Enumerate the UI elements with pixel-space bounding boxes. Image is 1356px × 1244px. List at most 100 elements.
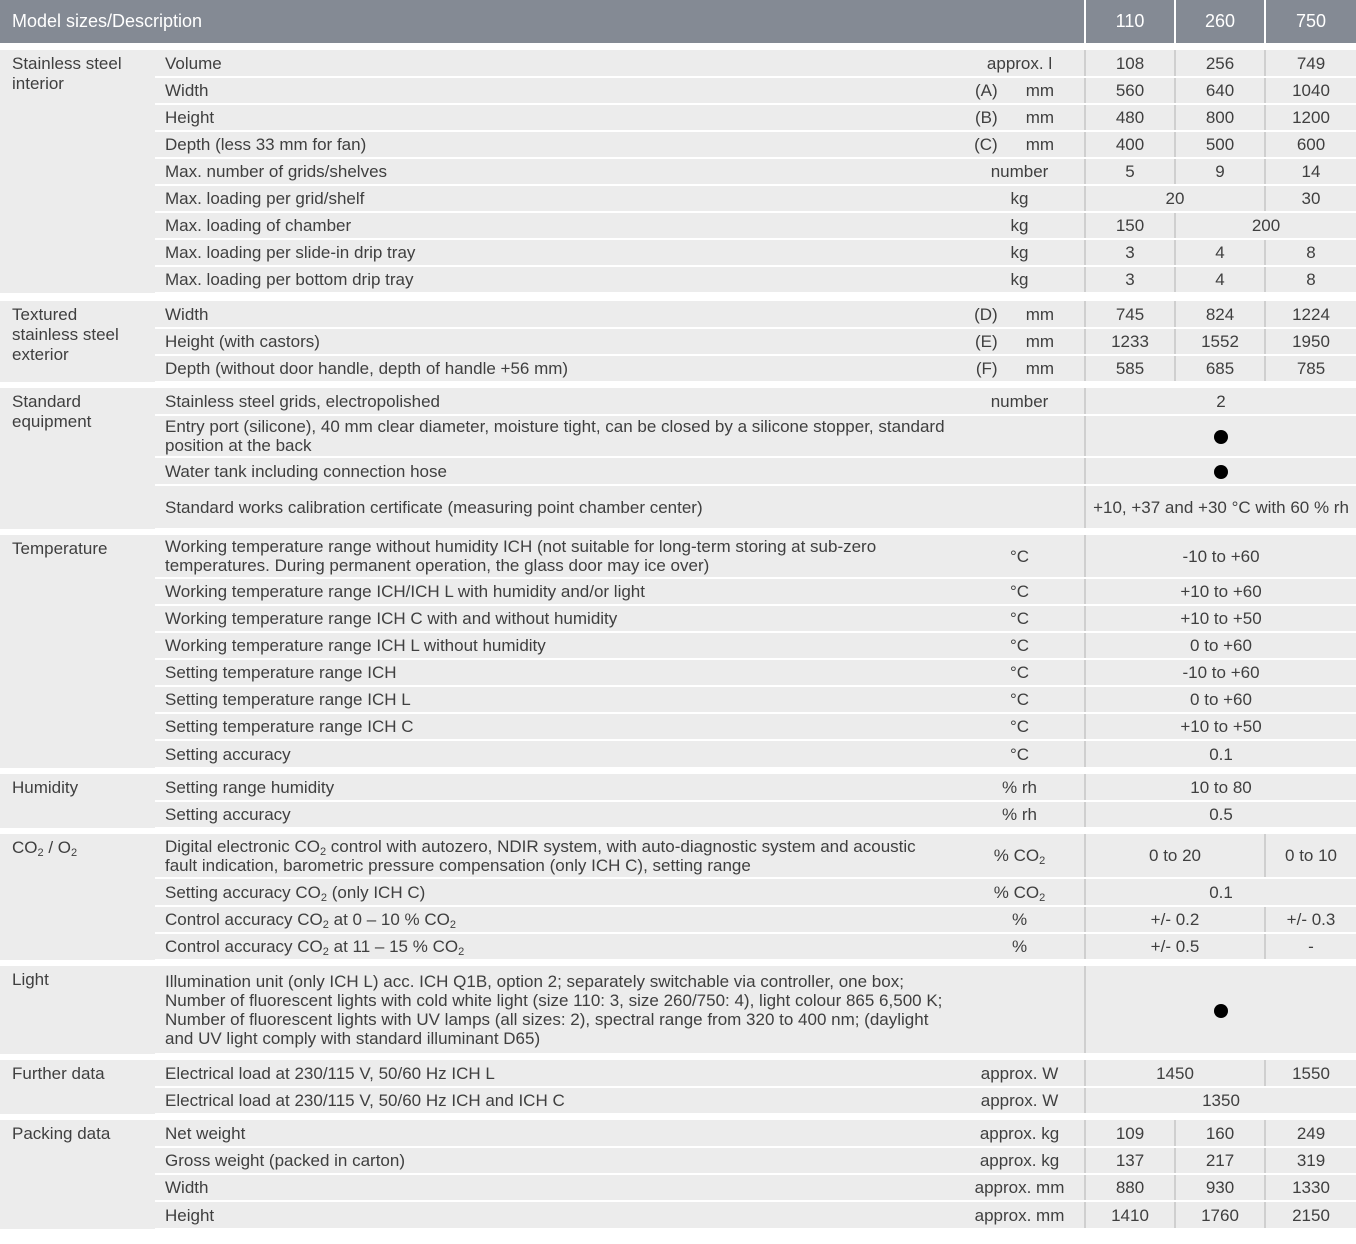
table-row: Humidity Setting range humidity% rh 10 to … [0,774,1356,828]
value-cell: 1200 [1264,104,1356,132]
section-label: Light [0,966,155,1054]
table-row: Depth (without door handle, depth of han… [0,355,1356,383]
value-cell: 14 [1264,158,1356,186]
table-row: Packing data Net weight approx. kg 109 160 24… [0,1120,1356,1229]
table-row: Height (with castors) (E) mm 1233 1552 1950 [0,328,1356,356]
table-row: Max. loading of chamber kg 150 200 [0,212,1356,240]
table-row: Max. loading per slide-in drip tray kg 3 4 8 [0,239,1356,267]
row-label: Max. loading per grid/shelf [155,185,955,213]
row-unit: kg [955,212,1086,240]
value-cell: 0 to 10 [1264,834,1356,879]
value-cell: +/- 0.2 [1084,906,1266,934]
row-label: Depth (without door handle, depth of han… [155,355,955,383]
row-label: Max. number of grids/shelves [155,158,955,186]
value-cell: 1552 [1174,328,1266,356]
row-label: Setting temperature range ICH L [155,686,955,714]
table-row: Water tank including connection hose [0,457,1356,486]
section-label: Further data [0,1060,155,1114]
row-unit [955,415,1086,458]
value-cell: 600 [1264,131,1356,159]
row-unit: % CO2 [955,834,1086,879]
table-row: Further data Electrical load at 230/115 V… [0,1060,1356,1114]
model-260: 260 [1175,0,1267,43]
value-cell: -10 to +60 [1084,659,1356,687]
dimension-code: (B) [975,108,998,127]
value-cell: - [1264,933,1356,961]
row-label: Working temperature range ICH L without … [155,632,955,660]
header-row: Model sizes/Description 110 260 750 [0,0,1356,43]
value-cell: 108 [1084,50,1176,78]
row-label: Setting accuracy [155,740,955,769]
row-label: Electrical load at 230/115 V, 50/60 Hz I… [155,1060,955,1088]
row-unit: °C [955,605,1086,633]
row-unit: (B) mm [955,104,1086,132]
row-unit: approx. W [955,1060,1086,1088]
value-cell: +/- 0.5 [1084,933,1266,961]
row-label: Standard works calibration certificate (… [155,485,955,530]
value-cell: 319 [1264,1147,1356,1175]
value-cell: 640 [1174,77,1266,105]
row-unit: approx. l [955,50,1086,78]
model-110: 110 [1085,0,1177,43]
spacer-cell [0,293,1356,301]
header-title: Model sizes/Description [0,0,1087,43]
row-unit: °C [955,535,1086,579]
row-label: Control accuracy CO2 at 11 – 15 % CO2 [155,933,955,961]
value-cell: 0 to +60 [1084,632,1356,660]
row-label: Control accuracy CO2 at 0 – 10 % CO2 [155,906,955,934]
row-unit: % [955,933,1086,961]
value-cell: 217 [1174,1147,1266,1175]
value-cell: 3 [1084,266,1176,294]
unit-text: mm [1025,108,1055,127]
row-unit: °C [955,740,1086,769]
value-cell: 4 [1174,266,1266,294]
row-label: Setting temperature range ICH C [155,713,955,741]
row-label: Max. loading per slide-in drip tray [155,239,955,267]
row-unit: (A) mm [955,77,1086,105]
model-750: 750 [1265,0,1356,43]
table-row: Working temperature range ICH C with and… [0,605,1356,633]
value-cell: +10 to +50 [1084,713,1356,741]
value-cell: 9 [1174,158,1266,186]
value-cell: 2150 [1264,1201,1356,1230]
table-row: Width (A) mm 560 640 1040 [0,77,1356,105]
value-cell: 3 [1084,239,1176,267]
table-row: Height (B) mm 480 800 1200 [0,104,1356,132]
row-label: Net weight [155,1120,955,1148]
row-label: Illumination unit (only ICH L) acc. ICH … [155,966,955,1055]
row-unit: °C [955,713,1086,741]
row-unit: % [955,906,1086,934]
value-cell: 1950 [1264,328,1356,356]
unit-text: mm [1025,135,1055,154]
row-label: Height [155,1201,955,1230]
unit-text: mm [1025,332,1055,351]
value-cell: 160 [1174,1120,1266,1148]
value-cell: 8 [1264,239,1356,267]
value-cell: 150 [1084,212,1176,240]
row-label: Max. loading of chamber [155,212,955,240]
dimension-code: (C) [974,135,998,154]
row-unit: % rh [955,801,1086,829]
table-row: Max. loading per grid/shelf kg 20 30 [0,185,1356,213]
value-cell: 400 [1084,131,1176,159]
value-cell: 1410 [1084,1201,1176,1230]
value-cell: 200 [1174,212,1356,240]
table-row: Setting temperature range ICH °C -10 to +6… [0,659,1356,687]
row-label: Setting accuracy [155,801,955,829]
bullet-dot-icon [1214,465,1229,480]
section-label: Standard equipment [0,388,155,529]
table-row: Setting temperature range ICH L °C 0 to +6… [0,686,1356,714]
row-unit: kg [955,266,1086,294]
row-label: Max. loading per bottom drip tray [155,266,955,294]
table-row: Standard works calibration certificate (… [0,485,1356,530]
row-unit [955,485,1086,530]
value-cell: 1450 [1084,1060,1266,1088]
section-spacer [0,43,1356,50]
row-label: Depth (less 33 mm for fan) [155,131,955,159]
value-cell: 585 [1084,355,1176,383]
row-label: Setting range humidity [155,774,955,802]
row-unit: approx. kg [955,1147,1086,1175]
section-label: Humidity [0,774,155,828]
value-cell: 0 to +60 [1084,686,1356,714]
row-label: Working temperature range ICH C with and… [155,605,955,633]
